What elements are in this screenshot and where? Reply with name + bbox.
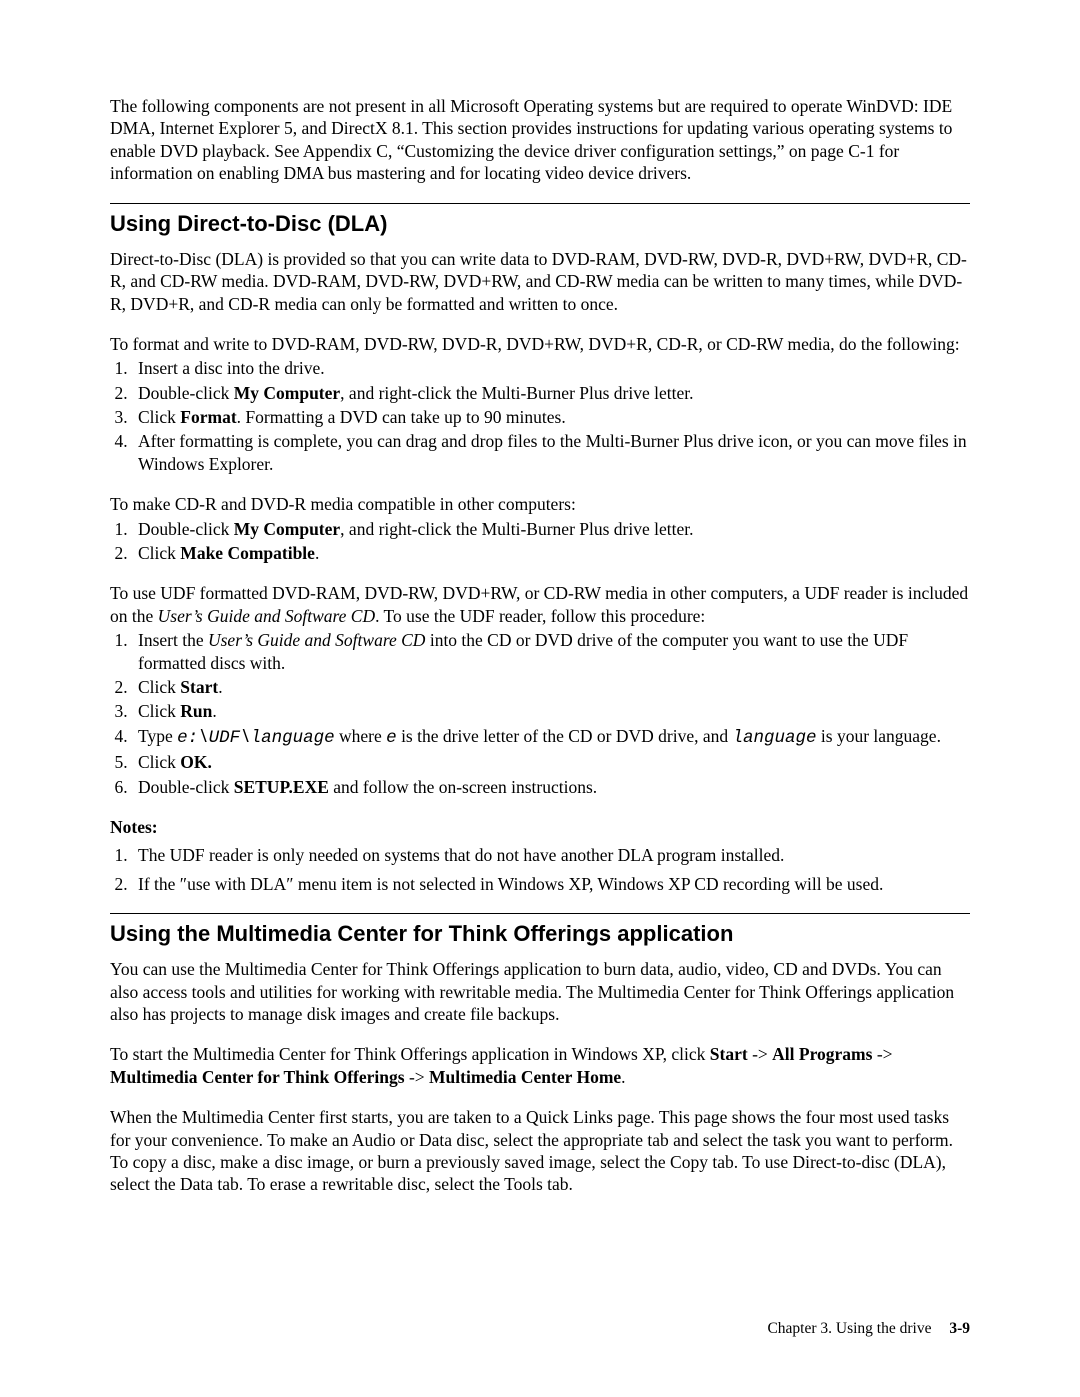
list-item: Type e:\UDF\language where e is the driv… (132, 725, 970, 749)
section-heading-dla: Using Direct-to-Disc (DLA) (110, 210, 970, 238)
intro-paragraph: The following components are not present… (110, 95, 970, 185)
para-text: -> (405, 1067, 429, 1087)
footer-page-number: 3-9 (949, 1320, 970, 1337)
list-text: , and right-click the Multi-Burner Plus … (340, 519, 693, 539)
list-text: and follow the on-screen instructions. (329, 777, 597, 797)
list-text: Double-click (138, 519, 234, 539)
bold-term: Start (710, 1044, 748, 1064)
bold-term: Multimedia Center Home (429, 1067, 621, 1087)
list-text: . (218, 677, 222, 697)
bold-term: All Programs (772, 1044, 872, 1064)
dla-paragraph-1: Direct-to-Disc (DLA) is provided so that… (110, 248, 970, 315)
list-text: . Formatting a DVD can take up to 90 min… (237, 407, 566, 427)
document-page: The following components are not present… (0, 0, 1080, 1397)
dla-list-3: Insert the User’s Guide and Software CD … (110, 629, 970, 798)
bold-term: Start (180, 677, 218, 697)
mc-paragraph-1: You can use the Multimedia Center for Th… (110, 958, 970, 1025)
bold-term: Make Compatible (180, 543, 315, 563)
list-text: Click (138, 677, 180, 697)
list-item: Click Start. (132, 676, 970, 698)
list-text: Click (138, 543, 180, 563)
section-rule (110, 203, 970, 204)
list-item: The UDF reader is only needed on systems… (132, 844, 970, 866)
list-text: , and right-click the Multi-Burner Plus … (340, 383, 693, 403)
mono-term: e (386, 728, 397, 748)
italic-term: User’s Guide and Software CD (158, 606, 375, 626)
page-footer: Chapter 3. Using the drive 3-9 (767, 1319, 970, 1339)
list-item: Insert a disc into the drive. (132, 357, 970, 379)
section-heading-mc: Using the Multimedia Center for Think Of… (110, 920, 970, 948)
list-text: where (335, 726, 387, 746)
para-text: -> (748, 1044, 772, 1064)
list-item: Double-click My Computer, and right-clic… (132, 518, 970, 540)
list-item: Double-click My Computer, and right-clic… (132, 382, 970, 404)
mono-term: e:\UDF\language (177, 728, 335, 748)
dla-list-1: Insert a disc into the drive. Double-cli… (110, 357, 970, 475)
list-text: Click (138, 752, 180, 772)
section-rule (110, 913, 970, 914)
list-text: Type (138, 726, 177, 746)
para-text: . To use the UDF reader, follow this pro… (375, 606, 705, 626)
dla-paragraph-3: To make CD-R and DVD-R media compatible … (110, 493, 970, 515)
para-text: . (621, 1067, 625, 1087)
list-item: Click OK. (132, 751, 970, 773)
bold-term: My Computer (234, 383, 340, 403)
list-text: is the drive letter of the CD or DVD dri… (397, 726, 733, 746)
bold-term: OK. (180, 752, 212, 772)
bold-term: Run (180, 701, 212, 721)
dla-paragraph-4: To use UDF formatted DVD-RAM, DVD-RW, DV… (110, 582, 970, 627)
list-text: . (315, 543, 319, 563)
mono-term: language (733, 728, 817, 748)
notes-heading: Notes: (110, 816, 970, 838)
italic-term: User’s Guide and Software CD (208, 630, 425, 650)
para-text: To start the Multimedia Center for Think… (110, 1044, 710, 1064)
mc-paragraph-2: To start the Multimedia Center for Think… (110, 1043, 970, 1088)
dla-paragraph-2: To format and write to DVD-RAM, DVD-RW, … (110, 333, 970, 355)
bold-term: Format (180, 407, 236, 427)
list-text: Insert the (138, 630, 208, 650)
list-item: After formatting is complete, you can dr… (132, 430, 970, 475)
bold-term: My Computer (234, 519, 340, 539)
bold-term: Multimedia Center for Think Offerings (110, 1067, 405, 1087)
list-item: Click Make Compatible. (132, 542, 970, 564)
list-text: is your language. (817, 726, 941, 746)
list-text: Double-click (138, 777, 234, 797)
list-item: If the ″use with DLA″ menu item is not s… (132, 873, 970, 895)
list-item: Double-click SETUP.EXE and follow the on… (132, 776, 970, 798)
bold-term: SETUP.EXE (234, 777, 329, 797)
list-item: Click Run. (132, 700, 970, 722)
para-text: -> (872, 1044, 892, 1064)
list-text: Click (138, 701, 180, 721)
dla-list-2: Double-click My Computer, and right-clic… (110, 518, 970, 565)
notes-list: The UDF reader is only needed on systems… (110, 844, 970, 895)
list-text: . (212, 701, 216, 721)
mc-paragraph-3: When the Multimedia Center first starts,… (110, 1106, 970, 1196)
list-item: Click Format. Formatting a DVD can take … (132, 406, 970, 428)
list-item: Insert the User’s Guide and Software CD … (132, 629, 970, 674)
list-text: Double-click (138, 383, 234, 403)
list-text: Click (138, 407, 180, 427)
footer-chapter: Chapter 3. Using the drive (767, 1320, 931, 1337)
